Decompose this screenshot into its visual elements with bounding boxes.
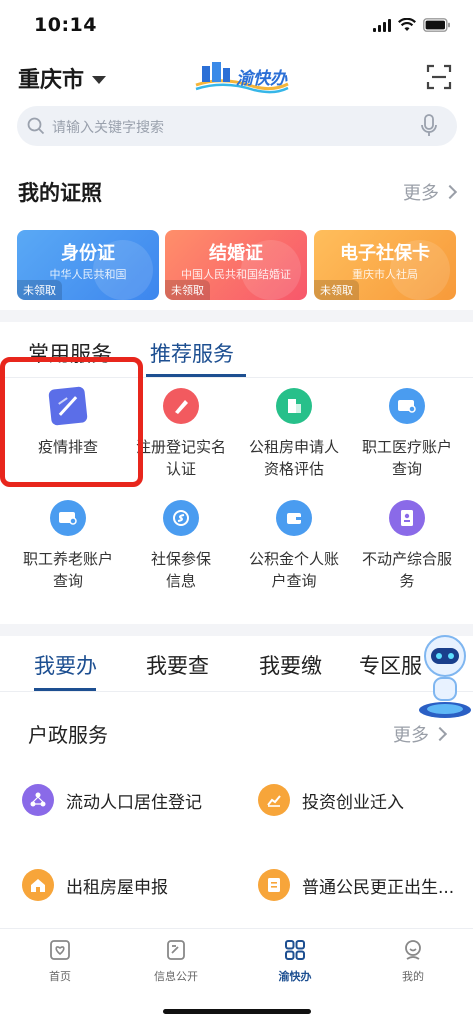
certificate-status: 未领取 [17,280,62,300]
more-label: 更多 [403,183,439,204]
info-doc-icon [167,940,185,960]
certificate-name: 结婚证 [209,243,263,264]
nav-home[interactable]: 首页 [20,938,100,984]
more-label: 更多 [393,725,429,746]
building-icon [276,388,312,424]
highlight-annotation [0,357,143,487]
tab-todo[interactable]: 我要办 [34,650,97,680]
section-divider [0,310,473,322]
house-icon [22,869,54,901]
id-card-certificate[interactable]: 身份证 中华人民共和国 未领取 [17,230,159,300]
certificate-name: 身份证 [61,243,115,264]
nav-label: 我的 [402,970,424,983]
cellular-signal-icon [373,18,391,32]
tab-pay[interactable]: 我要缴 [259,650,322,680]
people-network-icon [22,784,54,816]
section-title: 户政服务 [28,723,108,747]
tab-recommended-services[interactable]: 推荐服务 [150,338,234,368]
task-label: 投资创业迁入 [302,792,404,813]
robot-assistant-icon[interactable] [412,630,473,720]
marriage-certificate[interactable]: 结婚证 中国人民共和国结婚证 未领取 [165,230,307,300]
home-indicator [163,1009,311,1014]
id-card-search-icon [389,388,425,424]
property-doc-icon [389,500,425,536]
caret-down-icon [92,75,107,84]
task-label: 出租房屋申报 [66,877,168,898]
wallet-icon [276,500,312,536]
household-more-link[interactable]: 更多 [393,721,448,747]
social-security-icon [163,500,199,536]
wifi-icon [398,18,416,32]
nav-profile[interactable]: 我的 [373,938,453,984]
chevron-right-icon [442,184,458,200]
nav-label: 信息公开 [154,970,198,983]
section-divider [0,624,473,636]
service-label: 公积金个人账户查询 [248,550,339,590]
status-time: 10:14 [34,14,97,36]
status-icons [373,18,451,32]
certificates-title: 我的证照 [18,181,102,205]
chevron-right-icon [432,726,448,742]
task-investment-relocation[interactable]: 投资创业迁入 [258,784,404,816]
task-birth-correction[interactable]: 普通公民更正出生... [258,869,454,901]
id-card-search-icon [50,500,86,536]
task-rental-declaration[interactable]: 出租房屋申报 [22,869,168,901]
service-label: 社保参保信息 [150,550,211,590]
social-security-card-certificate[interactable]: 电子社保卡 重庆市人社局 未领取 [314,230,456,300]
pen-icon [163,388,199,424]
nav-label: 首页 [49,970,71,983]
logo-text: 渝快办 [236,69,287,89]
certificate-name: 电子社保卡 [340,243,430,264]
search-icon [27,117,45,135]
nav-yukuaiban[interactable]: 渝快办 [255,938,335,984]
microphone-icon[interactable] [420,114,438,138]
task-floating-residence[interactable]: 流动人口居住登记 [22,784,202,816]
service-pension-account[interactable]: 职工养老账户查询 [10,500,126,592]
profile-icon [405,940,421,960]
nav-label: 渝快办 [278,970,312,983]
certificate-status: 未领取 [314,280,359,300]
certificates-more-link[interactable]: 更多 [403,179,458,205]
search-input[interactable]: 请输入关键字搜索 [52,117,164,137]
city-name: 重庆市 [18,68,85,93]
scan-icon[interactable] [426,64,452,90]
battery-icon [423,18,451,32]
service-public-rental[interactable]: 公租房申请人资格评估 [236,388,352,480]
service-label: 不动产综合服务 [361,550,452,590]
certificate-status: 未领取 [165,280,210,300]
service-label: 职工医疗账户查询 [361,438,452,478]
service-real-estate[interactable]: 不动产综合服务 [349,500,465,592]
tab-query[interactable]: 我要查 [146,650,209,680]
service-label: 公租房申请人资格评估 [248,438,339,478]
service-medical-account[interactable]: 职工医疗账户查询 [349,388,465,480]
document-icon [258,869,290,901]
task-label: 流动人口居住登记 [66,792,202,813]
service-social-security-info[interactable]: 社保参保信息 [123,500,239,592]
grid-icon [285,940,305,960]
chart-icon [258,784,290,816]
home-icon [50,940,70,960]
divider [0,691,473,692]
service-label: 职工养老账户查询 [22,550,113,590]
task-label: 普通公民更正出生... [302,877,455,898]
service-housing-fund[interactable]: 公积金个人账户查询 [236,500,352,592]
city-selector[interactable]: 重庆市 [18,62,107,94]
nav-info-disclosure[interactable]: 信息公开 [136,938,216,984]
